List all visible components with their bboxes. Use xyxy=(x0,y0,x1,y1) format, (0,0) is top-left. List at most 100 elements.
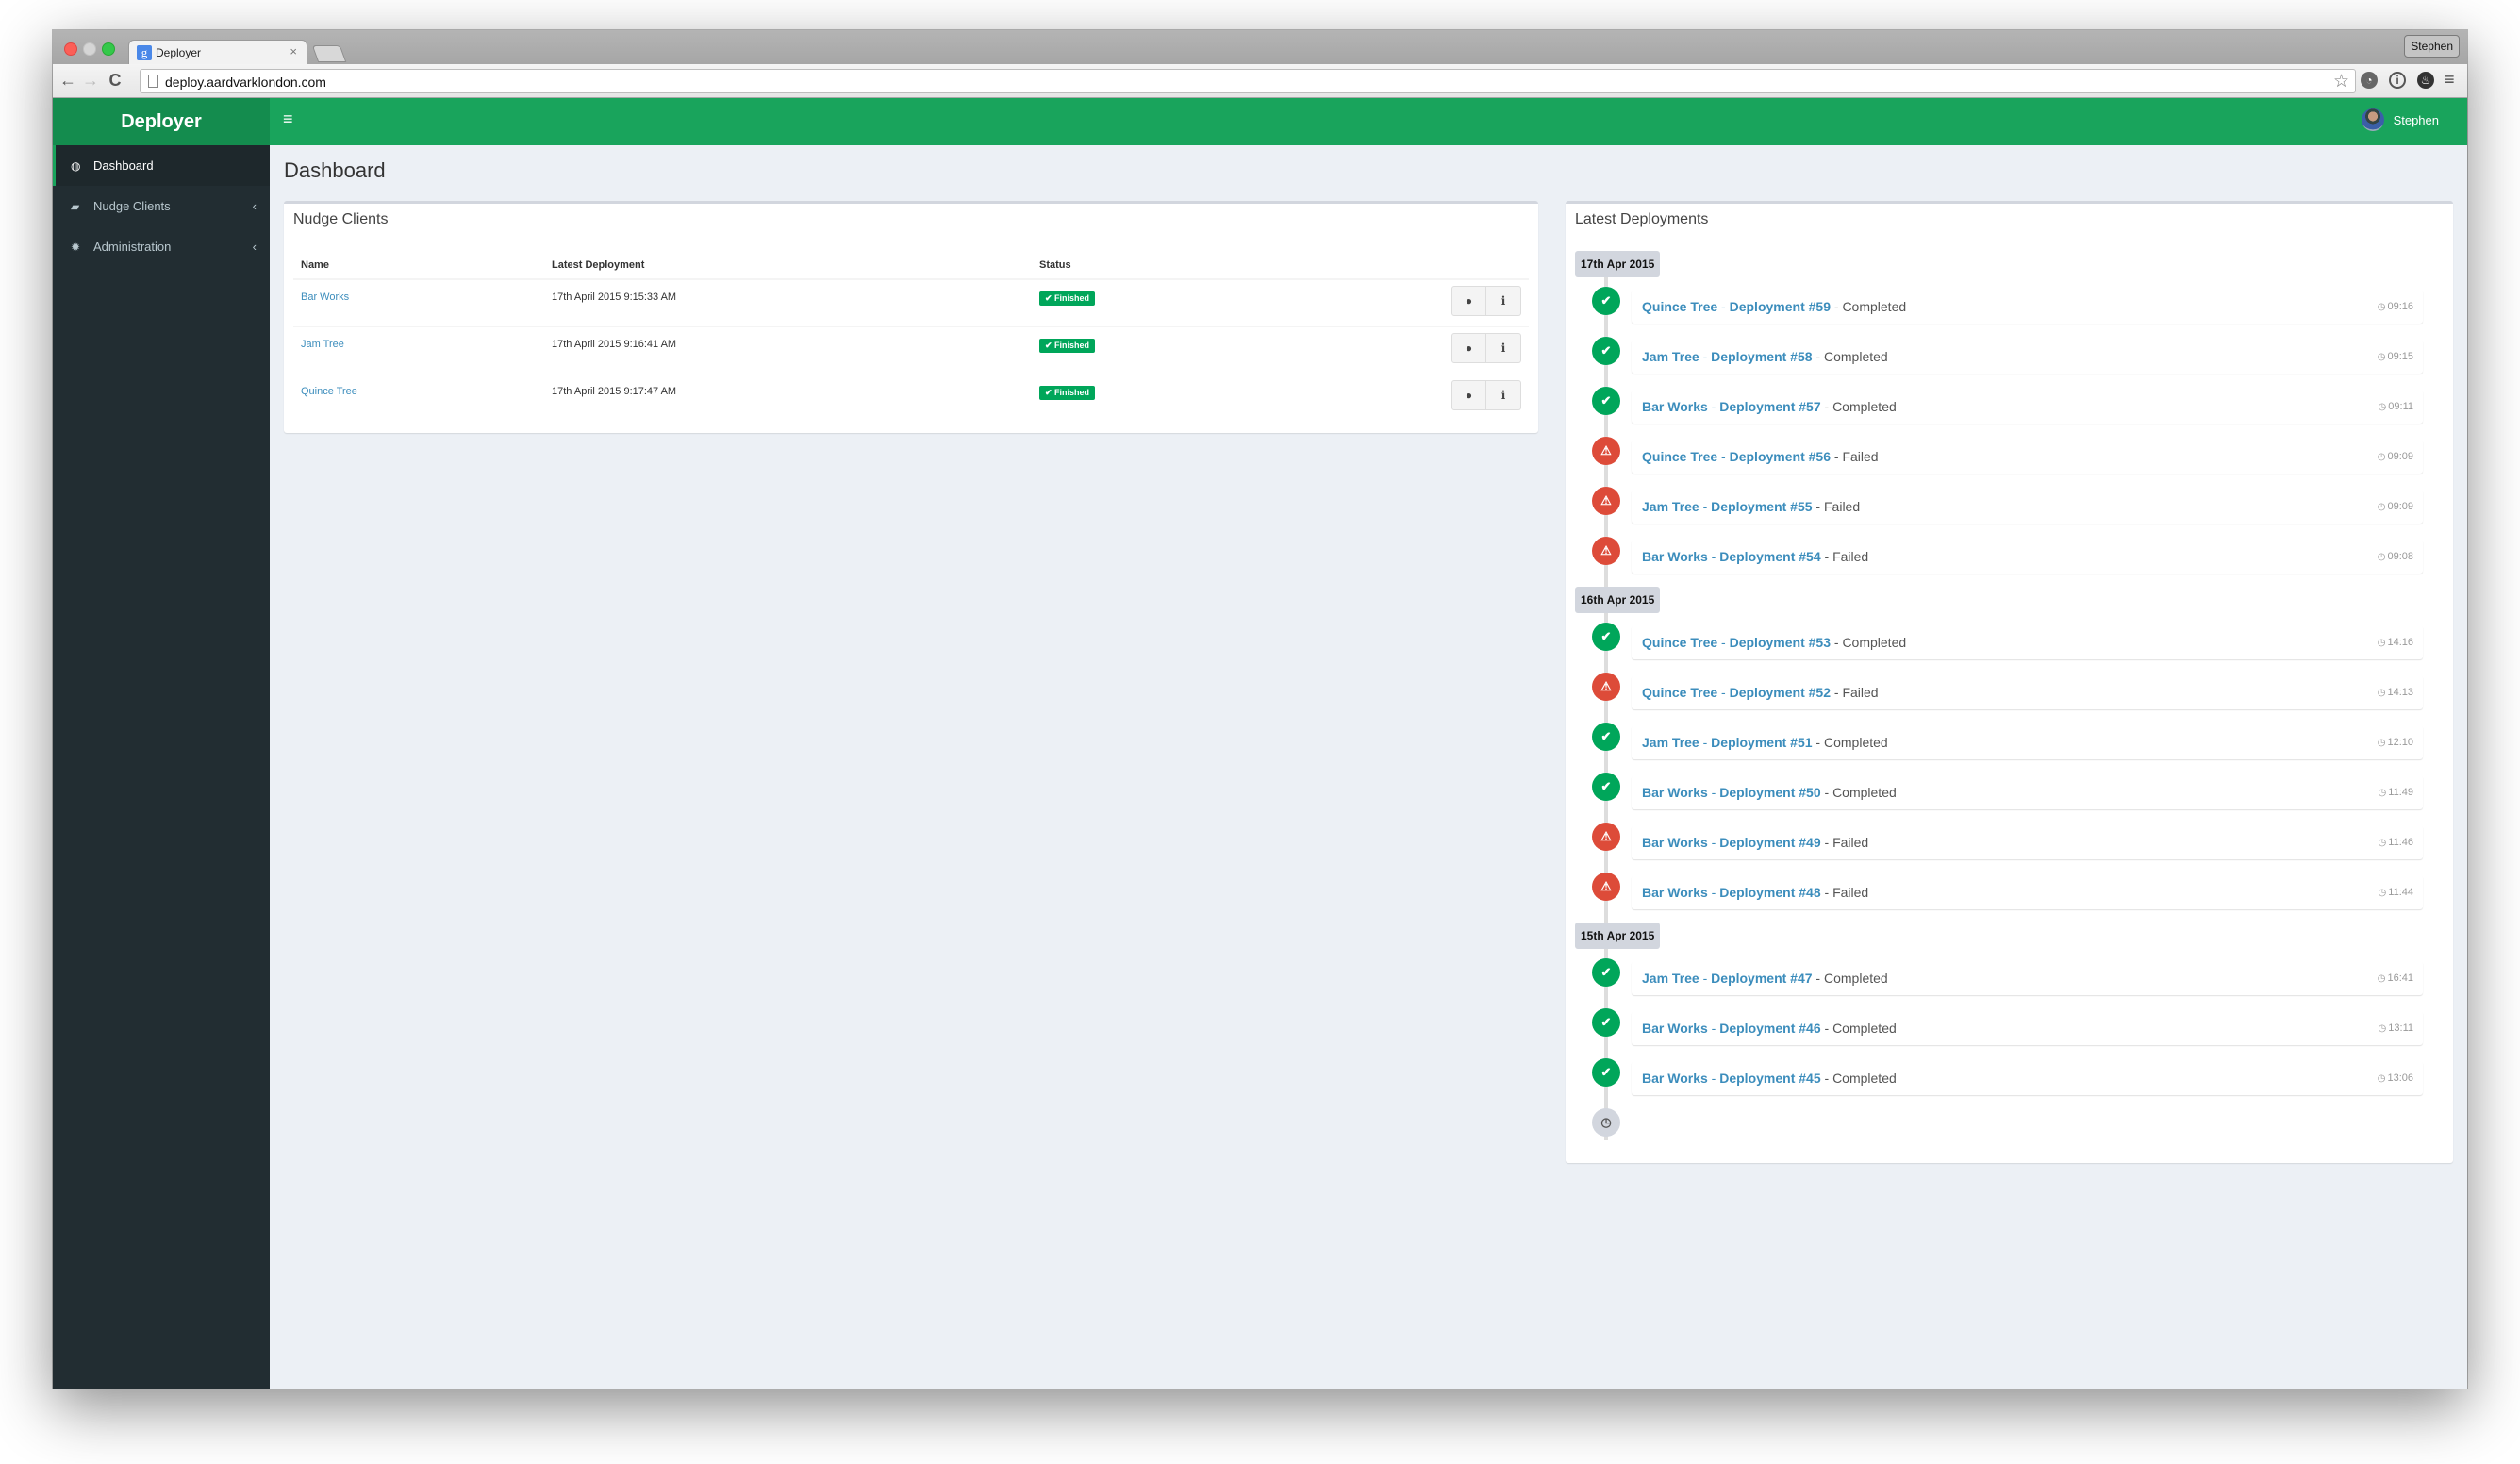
project-link[interactable]: Bar Works xyxy=(1642,885,1708,900)
details-button[interactable]: i xyxy=(1486,379,1521,410)
deployment-link[interactable]: Deployment #49 xyxy=(1719,835,1820,850)
clock-extension-icon[interactable]: ◔ xyxy=(2361,72,2378,89)
deployment-status: Completed xyxy=(1824,971,1888,986)
fire-extension-icon[interactable]: ♨ xyxy=(2417,72,2434,89)
forward-icon[interactable]: → xyxy=(81,70,100,91)
project-link[interactable]: Bar Works xyxy=(1642,1021,1708,1036)
sidebar-item-label: Dashboard xyxy=(93,158,154,173)
warning-icon: ⚠ xyxy=(1592,873,1620,901)
column-header: Name xyxy=(293,251,544,280)
close-window-button[interactable] xyxy=(64,42,77,56)
project-link[interactable]: Jam Tree xyxy=(1642,349,1699,364)
app-logo[interactable]: Deployer xyxy=(53,98,270,145)
new-tab-button[interactable] xyxy=(311,45,347,62)
deployment-time: ◷ 09:16 xyxy=(2378,290,2413,324)
project-link[interactable]: Bar Works xyxy=(1642,399,1708,414)
tab-close-icon[interactable]: × xyxy=(290,44,297,58)
project-link[interactable]: Quince Tree xyxy=(1642,449,1717,464)
separator: - xyxy=(1707,1021,1720,1036)
timeline-item: ⚠ Bar Works - Deployment #48 - Failed ◷ 11:… xyxy=(1575,873,2423,923)
browser-menu-icon[interactable]: ≡ xyxy=(2445,70,2455,90)
time-text: 14:16 xyxy=(2387,637,2413,648)
time-text: 09:11 xyxy=(2388,401,2413,412)
sidebar-toggle-icon[interactable]: ≡ xyxy=(283,109,293,129)
favicon-icon: g xyxy=(137,45,152,60)
bookmark-star-icon[interactable]: ☆ xyxy=(2333,71,2349,92)
separator: - xyxy=(1812,971,1824,986)
warning-icon: ⚠ xyxy=(1592,673,1620,701)
separator: - xyxy=(1812,499,1824,514)
info-extension-icon[interactable]: i xyxy=(2389,72,2406,89)
project-link[interactable]: Jam Tree xyxy=(1642,499,1699,514)
separator: - xyxy=(1830,449,1843,464)
separator: - xyxy=(1707,1071,1720,1086)
user-menu[interactable]: Stephen xyxy=(2361,108,2439,131)
project-link[interactable]: Bar Works xyxy=(1642,785,1708,800)
sidebar-item-nudge-clients[interactable]: ▰ Nudge Clients ‹ xyxy=(53,186,270,226)
sidebar-item-administration[interactable]: ✹ Administration ‹ xyxy=(53,226,270,267)
reload-icon[interactable]: C xyxy=(106,70,124,91)
project-link[interactable]: Bar Works xyxy=(1642,835,1708,850)
deployment-link[interactable]: Deployment #48 xyxy=(1719,885,1820,900)
back-icon[interactable]: ← xyxy=(58,70,77,91)
timeline-item: ✔ Bar Works - Deployment #45 - Completed ◷… xyxy=(1575,1058,2423,1108)
deployment-link[interactable]: Deployment #58 xyxy=(1711,349,1812,364)
deployment-link[interactable]: Deployment #50 xyxy=(1719,785,1820,800)
deployment-link[interactable]: Deployment #59 xyxy=(1730,299,1831,314)
address-bar[interactable]: deploy.aardvarklondon.com ☆ xyxy=(140,69,2356,93)
clock-icon: ◷ xyxy=(2378,788,2387,798)
deployment-link[interactable]: Deployment #53 xyxy=(1730,635,1831,650)
deployment-status: Failed xyxy=(1842,449,1879,464)
profile-button[interactable]: Stephen xyxy=(2404,35,2460,58)
deployment-link[interactable]: Deployment #45 xyxy=(1719,1071,1820,1086)
project-link[interactable]: Quince Tree xyxy=(1642,635,1717,650)
deployment-status: Failed xyxy=(1832,885,1869,900)
url-text[interactable]: deploy.aardvarklondon.com xyxy=(165,75,326,90)
browser-tab[interactable]: g Deployer × xyxy=(128,40,307,65)
timeline-date-label: 16th Apr 2015 xyxy=(1575,587,1661,613)
deployment-link[interactable]: Deployment #56 xyxy=(1730,449,1831,464)
panel-title: Latest Deployments xyxy=(1575,211,1709,227)
timeline-date-label: 17th Apr 2015 xyxy=(1575,251,1661,277)
deployment-link[interactable]: Deployment #52 xyxy=(1730,685,1831,700)
check-circle-icon: ✔ xyxy=(1592,723,1620,751)
timeline-item-body: Jam Tree - Deployment #51 - Completed ◷ 12… xyxy=(1632,725,2423,759)
view-site-button[interactable]: ● xyxy=(1451,286,1486,316)
project-link[interactable]: Jam Tree xyxy=(1642,735,1699,750)
warning-icon: ⚠ xyxy=(1592,487,1620,515)
project-link[interactable]: Bar Works xyxy=(1642,549,1708,564)
deployment-time: ◷ 14:13 xyxy=(2378,675,2413,710)
separator: - xyxy=(1812,349,1824,364)
table-row: Quince Tree 17th April 2015 9:17:47 AM ✔ F… xyxy=(293,373,1529,421)
table-row: Bar Works 17th April 2015 9:15:33 AM ✔ Fin… xyxy=(293,278,1529,326)
maximize-window-button[interactable] xyxy=(102,42,115,56)
clock-icon: ◷ xyxy=(2377,552,2386,562)
view-site-button[interactable]: ● xyxy=(1451,379,1486,410)
details-button[interactable]: i xyxy=(1486,286,1521,316)
globe-icon: ● xyxy=(1465,294,1473,308)
view-site-button[interactable]: ● xyxy=(1451,332,1486,363)
column-header: Status xyxy=(1032,251,1258,280)
minimize-window-button[interactable] xyxy=(83,42,96,56)
separator: - xyxy=(1707,785,1720,800)
deployment-link[interactable]: Deployment #55 xyxy=(1711,499,1812,514)
timeline-item-body: Jam Tree - Deployment #47 - Completed ◷ 16… xyxy=(1632,961,2423,995)
sidebar-item-dashboard[interactable]: ◍ Dashboard xyxy=(53,145,270,186)
deployment-link[interactable]: Deployment #57 xyxy=(1719,399,1820,414)
deployment-link[interactable]: Deployment #47 xyxy=(1711,971,1812,986)
client-name-link[interactable]: Bar Works xyxy=(301,291,349,303)
details-button[interactable]: i xyxy=(1486,332,1521,363)
project-link[interactable]: Quince Tree xyxy=(1642,685,1717,700)
row-actions: ● i xyxy=(1451,379,1521,410)
user-name: Stephen xyxy=(2393,112,2439,127)
deployment-timeline: 17th Apr 2015 ✔ Quince Tree - Deployment #… xyxy=(1575,251,2423,1158)
timeline-item-body: Quince Tree - Deployment #59 - Completed… xyxy=(1632,290,2423,324)
project-link[interactable]: Jam Tree xyxy=(1642,971,1699,986)
deployment-link[interactable]: Deployment #51 xyxy=(1711,735,1812,750)
deployment-link[interactable]: Deployment #54 xyxy=(1719,549,1820,564)
project-link[interactable]: Bar Works xyxy=(1642,1071,1708,1086)
client-name-link[interactable]: Quince Tree xyxy=(301,386,357,397)
deployment-link[interactable]: Deployment #46 xyxy=(1719,1021,1820,1036)
project-link[interactable]: Quince Tree xyxy=(1642,299,1717,314)
client-name-link[interactable]: Jam Tree xyxy=(301,339,344,350)
